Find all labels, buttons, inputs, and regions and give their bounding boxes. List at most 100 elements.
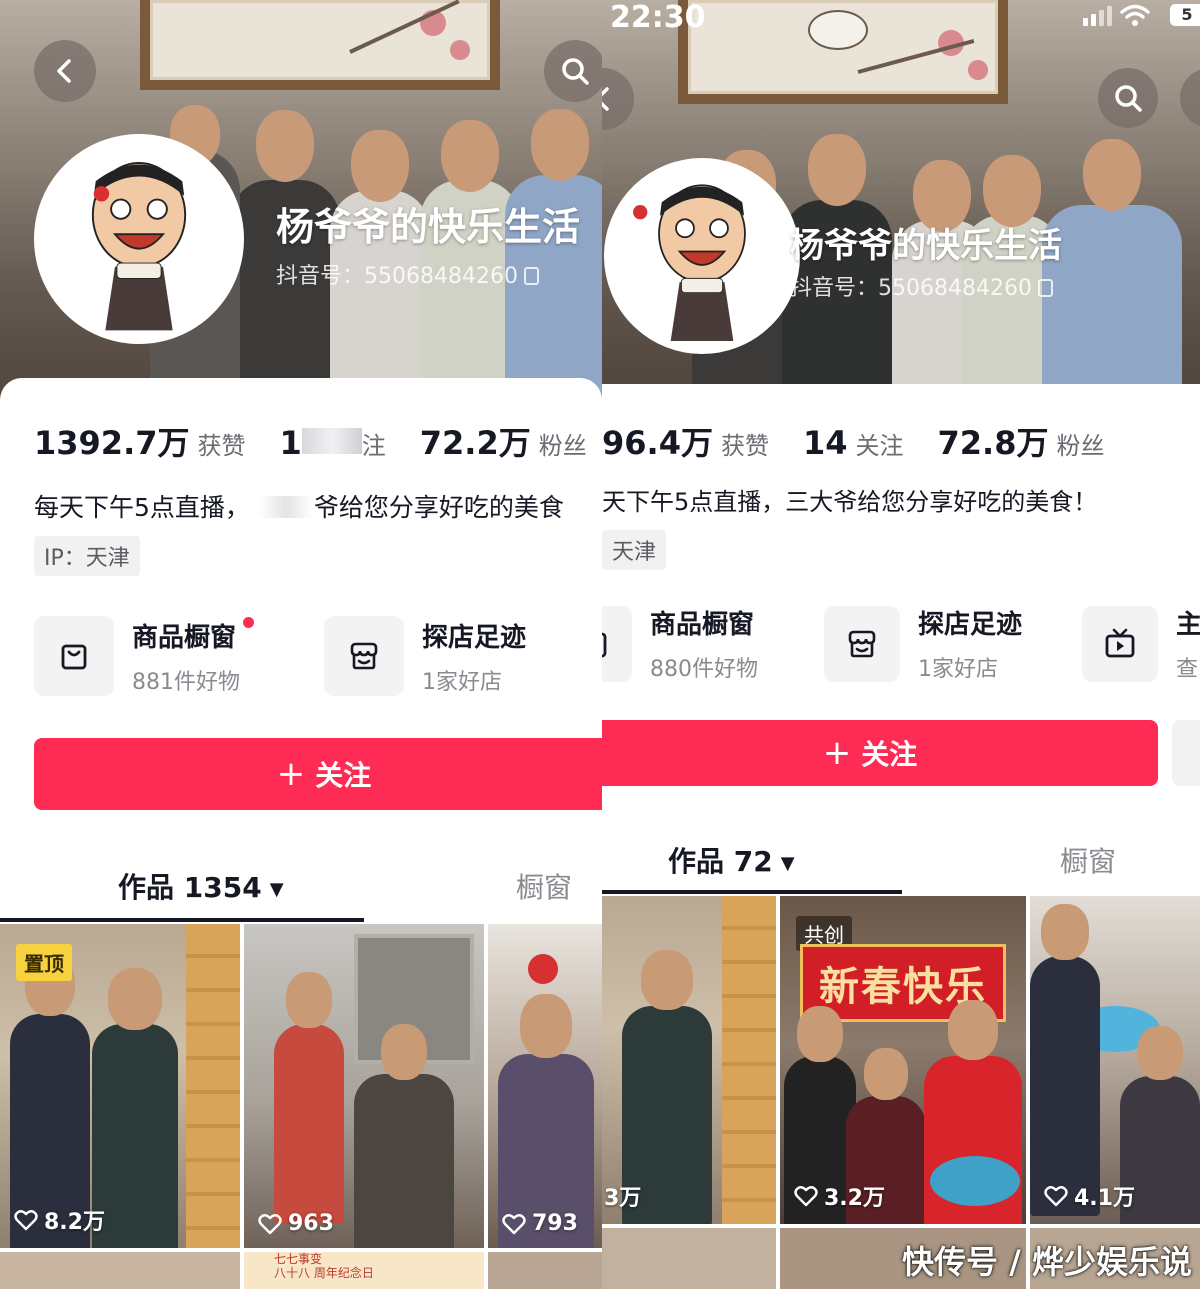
ip-location-tag: IP：天津 xyxy=(34,536,140,576)
video-likes: 793 xyxy=(502,1211,578,1236)
followers-count[interactable]: 72.2万 xyxy=(420,418,531,464)
feature-subtitle: 880件好物 xyxy=(650,657,758,682)
ip-location-tag: 天津 xyxy=(602,530,667,570)
likes-count: 96.4万 xyxy=(602,424,713,462)
heart-icon xyxy=(1044,1186,1068,1207)
heart-icon xyxy=(14,1210,38,1231)
video-thumbnail[interactable] xyxy=(602,1228,776,1289)
video-thumbnail[interactable]: 793 xyxy=(488,924,602,1248)
bio-text-part2: 爷给您分享好吃的美食 xyxy=(313,493,564,522)
search-button[interactable] xyxy=(1098,68,1158,128)
following-label[interactable]: 注 xyxy=(362,426,386,461)
feature-product-showcase[interactable]: 商品橱窗 881件好物 xyxy=(34,616,254,696)
douyin-id[interactable]: 抖音号：55068484260 xyxy=(276,258,539,290)
notification-dot xyxy=(243,616,254,628)
feature-live-replay[interactable]: 主 查 xyxy=(1082,604,1200,683)
plus-icon: + xyxy=(276,754,306,794)
video-thumbnail[interactable] xyxy=(488,1252,602,1289)
following-label[interactable]: 关注 xyxy=(856,426,904,461)
feature-product-showcase[interactable]: 商品橱窗 880件好物 xyxy=(602,604,758,683)
battery-icon: 5 xyxy=(1170,4,1200,26)
feature-subtitle: 查 xyxy=(1176,657,1199,682)
right-profile-screenshot: 22:30 5 杨爷爷的快乐生活 抖音号：55068484260 96.4万 获… xyxy=(602,0,1200,1289)
profile-nickname: 杨爷爷的快乐生活 xyxy=(790,226,1062,266)
following-count[interactable]: 14 xyxy=(803,424,848,462)
profile-avatar[interactable] xyxy=(34,134,244,344)
thumbnail-text: 八十八 周年纪念日 xyxy=(274,1266,374,1280)
likes-label: 获赞 xyxy=(720,432,769,460)
feature-title: 商品橱窗 xyxy=(650,610,755,640)
video-likes: 3万 xyxy=(604,1180,641,1212)
wifi-icon xyxy=(1120,4,1150,26)
heart-icon xyxy=(258,1213,282,1234)
profile-bio: 天下午5点直播，三大爷给您分享好吃的美食！ xyxy=(602,488,1098,516)
followers-count[interactable]: 72.8万 xyxy=(938,418,1049,464)
tab-active-indicator xyxy=(0,918,364,922)
video-likes: 3.2万 xyxy=(794,1180,885,1212)
chevron-left-icon xyxy=(57,59,71,83)
copy-icon[interactable] xyxy=(523,267,539,285)
follow-button-label: 关注 xyxy=(861,738,918,771)
follow-button[interactable]: + 关注 xyxy=(602,720,1158,786)
tab-works[interactable]: 作品 1354 ▼ xyxy=(118,866,284,906)
status-time: 22:30 xyxy=(610,0,706,35)
feature-title: 主 xyxy=(1176,610,1200,640)
video-thumbnail[interactable]: 3万 xyxy=(602,896,776,1224)
back-button[interactable] xyxy=(34,40,96,102)
video-thumbnail[interactable]: 4.1万 xyxy=(1030,896,1200,1224)
following-count[interactable]: 1 xyxy=(280,424,302,462)
caret-down-icon: ▼ xyxy=(780,853,795,874)
feature-subtitle: 881件好物 xyxy=(132,669,240,695)
douyin-id-text: 抖音号：55068484260 xyxy=(276,264,518,289)
chevron-left-icon xyxy=(602,87,609,111)
shopping-bag-icon xyxy=(602,605,632,682)
wall-painting xyxy=(140,0,500,90)
feature-title: 探店足迹 xyxy=(918,610,1023,640)
likes-label: 获赞 xyxy=(197,432,246,460)
video-thumbnail[interactable]: 七七事变 八十八 周年纪念日 xyxy=(244,1252,484,1289)
heart-icon xyxy=(794,1186,818,1207)
followers-label[interactable]: 粉丝 xyxy=(1056,426,1104,461)
feature-store-visits[interactable]: 探店足迹 1家好店 xyxy=(824,604,1022,683)
thumbnail-text: 七七事变 xyxy=(274,1252,323,1266)
left-profile-screenshot: 杨爷爷的快乐生活 抖音号：55068484260 1392.7万 获赞 1 注 … xyxy=(0,0,602,1289)
likes-count: 1392.7万 xyxy=(34,424,190,462)
tab-works-label: 作品 1354 xyxy=(118,871,262,904)
douyin-id[interactable]: 抖音号：55068484260 xyxy=(790,270,1053,302)
video-thumbnail[interactable]: 置顶 8.2万 xyxy=(0,924,240,1248)
store-icon xyxy=(824,605,900,682)
cartoon-avatar-icon xyxy=(608,162,796,350)
follow-button-label: 关注 xyxy=(315,759,372,792)
feature-title: 商品橱窗 xyxy=(132,622,237,653)
profile-stats: 96.4万 获赞 14 关注 72.8万 粉丝 xyxy=(602,418,1138,464)
heart-icon xyxy=(502,1213,526,1234)
pinned-badge: 置顶 xyxy=(16,944,72,981)
video-likes: 8.2万 xyxy=(14,1204,105,1236)
profile-stats: 1392.7万 获赞 1 注 72.2万 粉丝 xyxy=(34,418,602,464)
profile-bio: 每天下午5点直播， 爷给您分享好吃的美食 xyxy=(34,488,564,524)
video-thumbnail[interactable] xyxy=(0,1252,240,1289)
search-icon xyxy=(1115,85,1142,112)
tab-showcase[interactable]: 橱窗 xyxy=(1060,840,1116,880)
tab-active-indicator xyxy=(602,890,902,894)
video-likes-count: 8.2万 xyxy=(44,1210,105,1235)
tab-works[interactable]: 作品 72 ▼ xyxy=(668,840,795,880)
more-options-button[interactable] xyxy=(1172,720,1200,786)
search-button[interactable] xyxy=(544,40,602,102)
video-likes: 4.1万 xyxy=(1044,1180,1135,1212)
search-icon xyxy=(562,58,589,85)
video-thumbnail[interactable]: 963 xyxy=(244,924,484,1248)
video-thumbnail[interactable]: 共创 新春快乐 3.2万 xyxy=(780,896,1026,1224)
status-bar: 22:30 5 xyxy=(602,0,1200,36)
feature-store-visits[interactable]: 探店足迹 1家好店 xyxy=(324,616,526,696)
store-icon xyxy=(324,616,404,696)
douyin-id-text: 抖音号：55068484260 xyxy=(790,276,1032,301)
follow-button[interactable]: + 关注 xyxy=(34,738,602,810)
followers-label[interactable]: 粉丝 xyxy=(539,426,587,461)
copy-icon[interactable] xyxy=(1037,279,1053,297)
video-likes-count: 3.2万 xyxy=(824,1186,885,1211)
tab-showcase[interactable]: 橱窗 xyxy=(516,866,572,906)
profile-avatar[interactable] xyxy=(604,158,800,354)
shopping-bag-icon xyxy=(34,616,114,696)
feature-title: 探店足迹 xyxy=(422,622,527,653)
